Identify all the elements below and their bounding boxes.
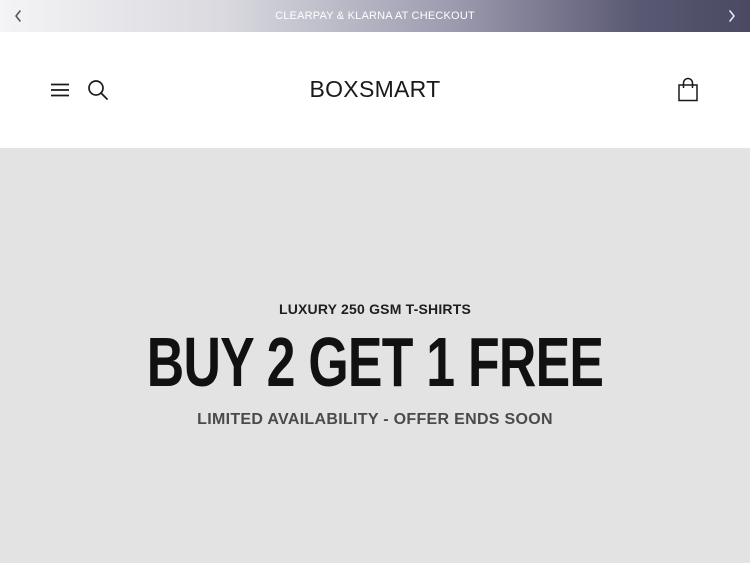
announcement-prev-button[interactable] [0,0,36,32]
hero-eyebrow: LUXURY 250 GSM T-SHIRTS [278,301,472,317]
site-logo[interactable]: BOXSMART [0,76,750,103]
announcement-bar: CLEARPAY & KLARNA AT CHECKOUT [0,0,750,32]
chevron-left-icon [15,10,21,22]
site-header: BOXSMART [0,32,750,148]
shopping-bag-icon [678,77,698,101]
announcement-next-button[interactable] [714,0,750,32]
cart-button[interactable] [674,75,702,103]
chevron-right-icon [729,10,735,22]
hero-subtitle: LIMITED AVAILABILITY - OFFER ENDS SOON [197,411,553,428]
hero-banner[interactable]: LUXURY 250 GSM T-SHIRTS BUY 2 GET 1 FREE… [0,148,750,563]
hero-title: BUY 2 GET 1 FREE [146,323,604,401]
announcement-text: CLEARPAY & KLARNA AT CHECKOUT [275,10,475,22]
